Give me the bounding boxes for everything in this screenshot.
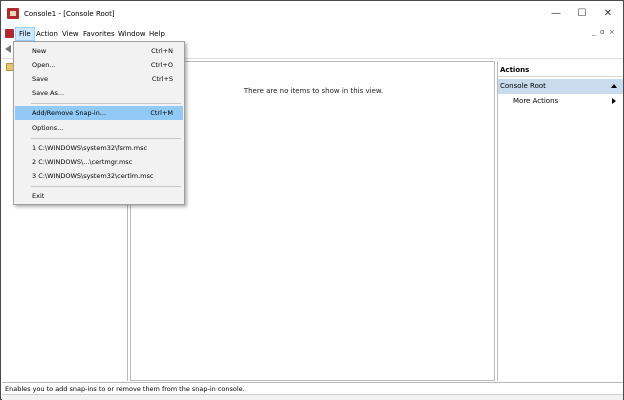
more-actions-item[interactable]: More Actions xyxy=(513,97,558,105)
menu-item-label: Open... xyxy=(32,61,56,69)
menu-file[interactable]: File xyxy=(15,27,35,41)
file-menu-exit[interactable]: Exit xyxy=(15,189,183,203)
status-bar: Enables you to add snap-ins to or remove… xyxy=(2,382,623,394)
status-text: Enables you to add snap-ins to or remove… xyxy=(5,385,245,393)
menu-item-shortcut: Ctrl+O xyxy=(150,61,173,69)
file-menu-save[interactable]: Save Ctrl+S xyxy=(15,72,183,86)
collapse-up-icon[interactable] xyxy=(611,84,617,88)
menu-item-shortcut: Ctrl+N xyxy=(151,47,173,55)
menu-separator xyxy=(31,103,181,104)
file-menu-recent-2[interactable]: 2 C:\WINDOWS\...\certmgr.msc xyxy=(15,155,183,169)
menu-separator xyxy=(31,138,181,139)
close-button[interactable]: ✕ xyxy=(596,6,620,22)
menu-favorites[interactable]: Favorites xyxy=(80,27,118,41)
file-menu-dropdown: New Ctrl+N Open... Ctrl+O Save Ctrl+S Sa… xyxy=(13,41,185,205)
menu-item-shortcut: Ctrl+M xyxy=(150,109,173,117)
menu-separator xyxy=(31,186,181,187)
file-menu-save-as[interactable]: Save As... xyxy=(15,86,183,100)
menu-item-label: 3 C:\WINDOWS\system32\certlm.msc xyxy=(32,172,154,180)
actions-section-label: Console Root xyxy=(500,82,546,90)
menu-window[interactable]: Window xyxy=(115,27,149,41)
window-title: Console1 - [Console Root] xyxy=(24,10,115,18)
menu-bar: File Action View Favorites Window Help _… xyxy=(1,26,623,42)
menu-item-label: Exit xyxy=(32,192,45,200)
menu-view[interactable]: View xyxy=(59,27,82,41)
menu-help[interactable]: Help xyxy=(146,27,168,41)
menu-item-label: Add/Remove Snap-in... xyxy=(32,109,107,117)
menu-item-label: New xyxy=(32,47,47,55)
menu-action[interactable]: Action xyxy=(33,27,61,41)
taskbar-strip xyxy=(2,394,623,400)
file-menu-recent-1[interactable]: 1 C:\WINDOWS\system32\fsrm.msc xyxy=(15,141,183,155)
file-menu-open[interactable]: Open... Ctrl+O xyxy=(15,58,183,72)
file-menu-recent-3[interactable]: 3 C:\WINDOWS\system32\certlm.msc xyxy=(15,169,183,183)
menu-item-label: Save xyxy=(32,75,48,83)
minimize-button[interactable]: — xyxy=(544,6,568,22)
maximize-button[interactable]: ☐ xyxy=(570,6,594,22)
actions-header: Actions xyxy=(498,64,623,77)
back-arrow-icon[interactable] xyxy=(5,45,11,53)
mmc-window: Console1 - [Console Root] — ☐ ✕ File Act… xyxy=(0,0,624,400)
menu-item-label: 2 C:\WINDOWS\...\certmgr.msc xyxy=(32,158,133,166)
title-bar: Console1 - [Console Root] — ☐ ✕ xyxy=(1,1,623,26)
menu-item-label: 1 C:\WINDOWS\system32\fsrm.msc xyxy=(32,144,148,152)
mmc-app-icon xyxy=(7,8,19,19)
file-menu-add-remove-snapin[interactable]: Add/Remove Snap-in... Ctrl+M xyxy=(15,106,183,120)
actions-pane: Actions Console Root More Actions xyxy=(497,61,623,381)
menu-item-shortcut: Ctrl+S xyxy=(151,75,173,83)
child-window-controls[interactable]: _ ɑ × xyxy=(592,28,615,36)
console-child-icon[interactable] xyxy=(5,29,14,38)
actions-section-console-root[interactable]: Console Root xyxy=(498,79,623,94)
empty-view-message: There are no items to show in this view. xyxy=(243,87,384,95)
menu-item-label: Options... xyxy=(32,124,64,132)
file-menu-options[interactable]: Options... xyxy=(15,121,183,135)
submenu-arrow-icon xyxy=(612,98,616,104)
menu-item-label: Save As... xyxy=(32,89,65,97)
file-menu-new[interactable]: New Ctrl+N xyxy=(15,44,183,58)
